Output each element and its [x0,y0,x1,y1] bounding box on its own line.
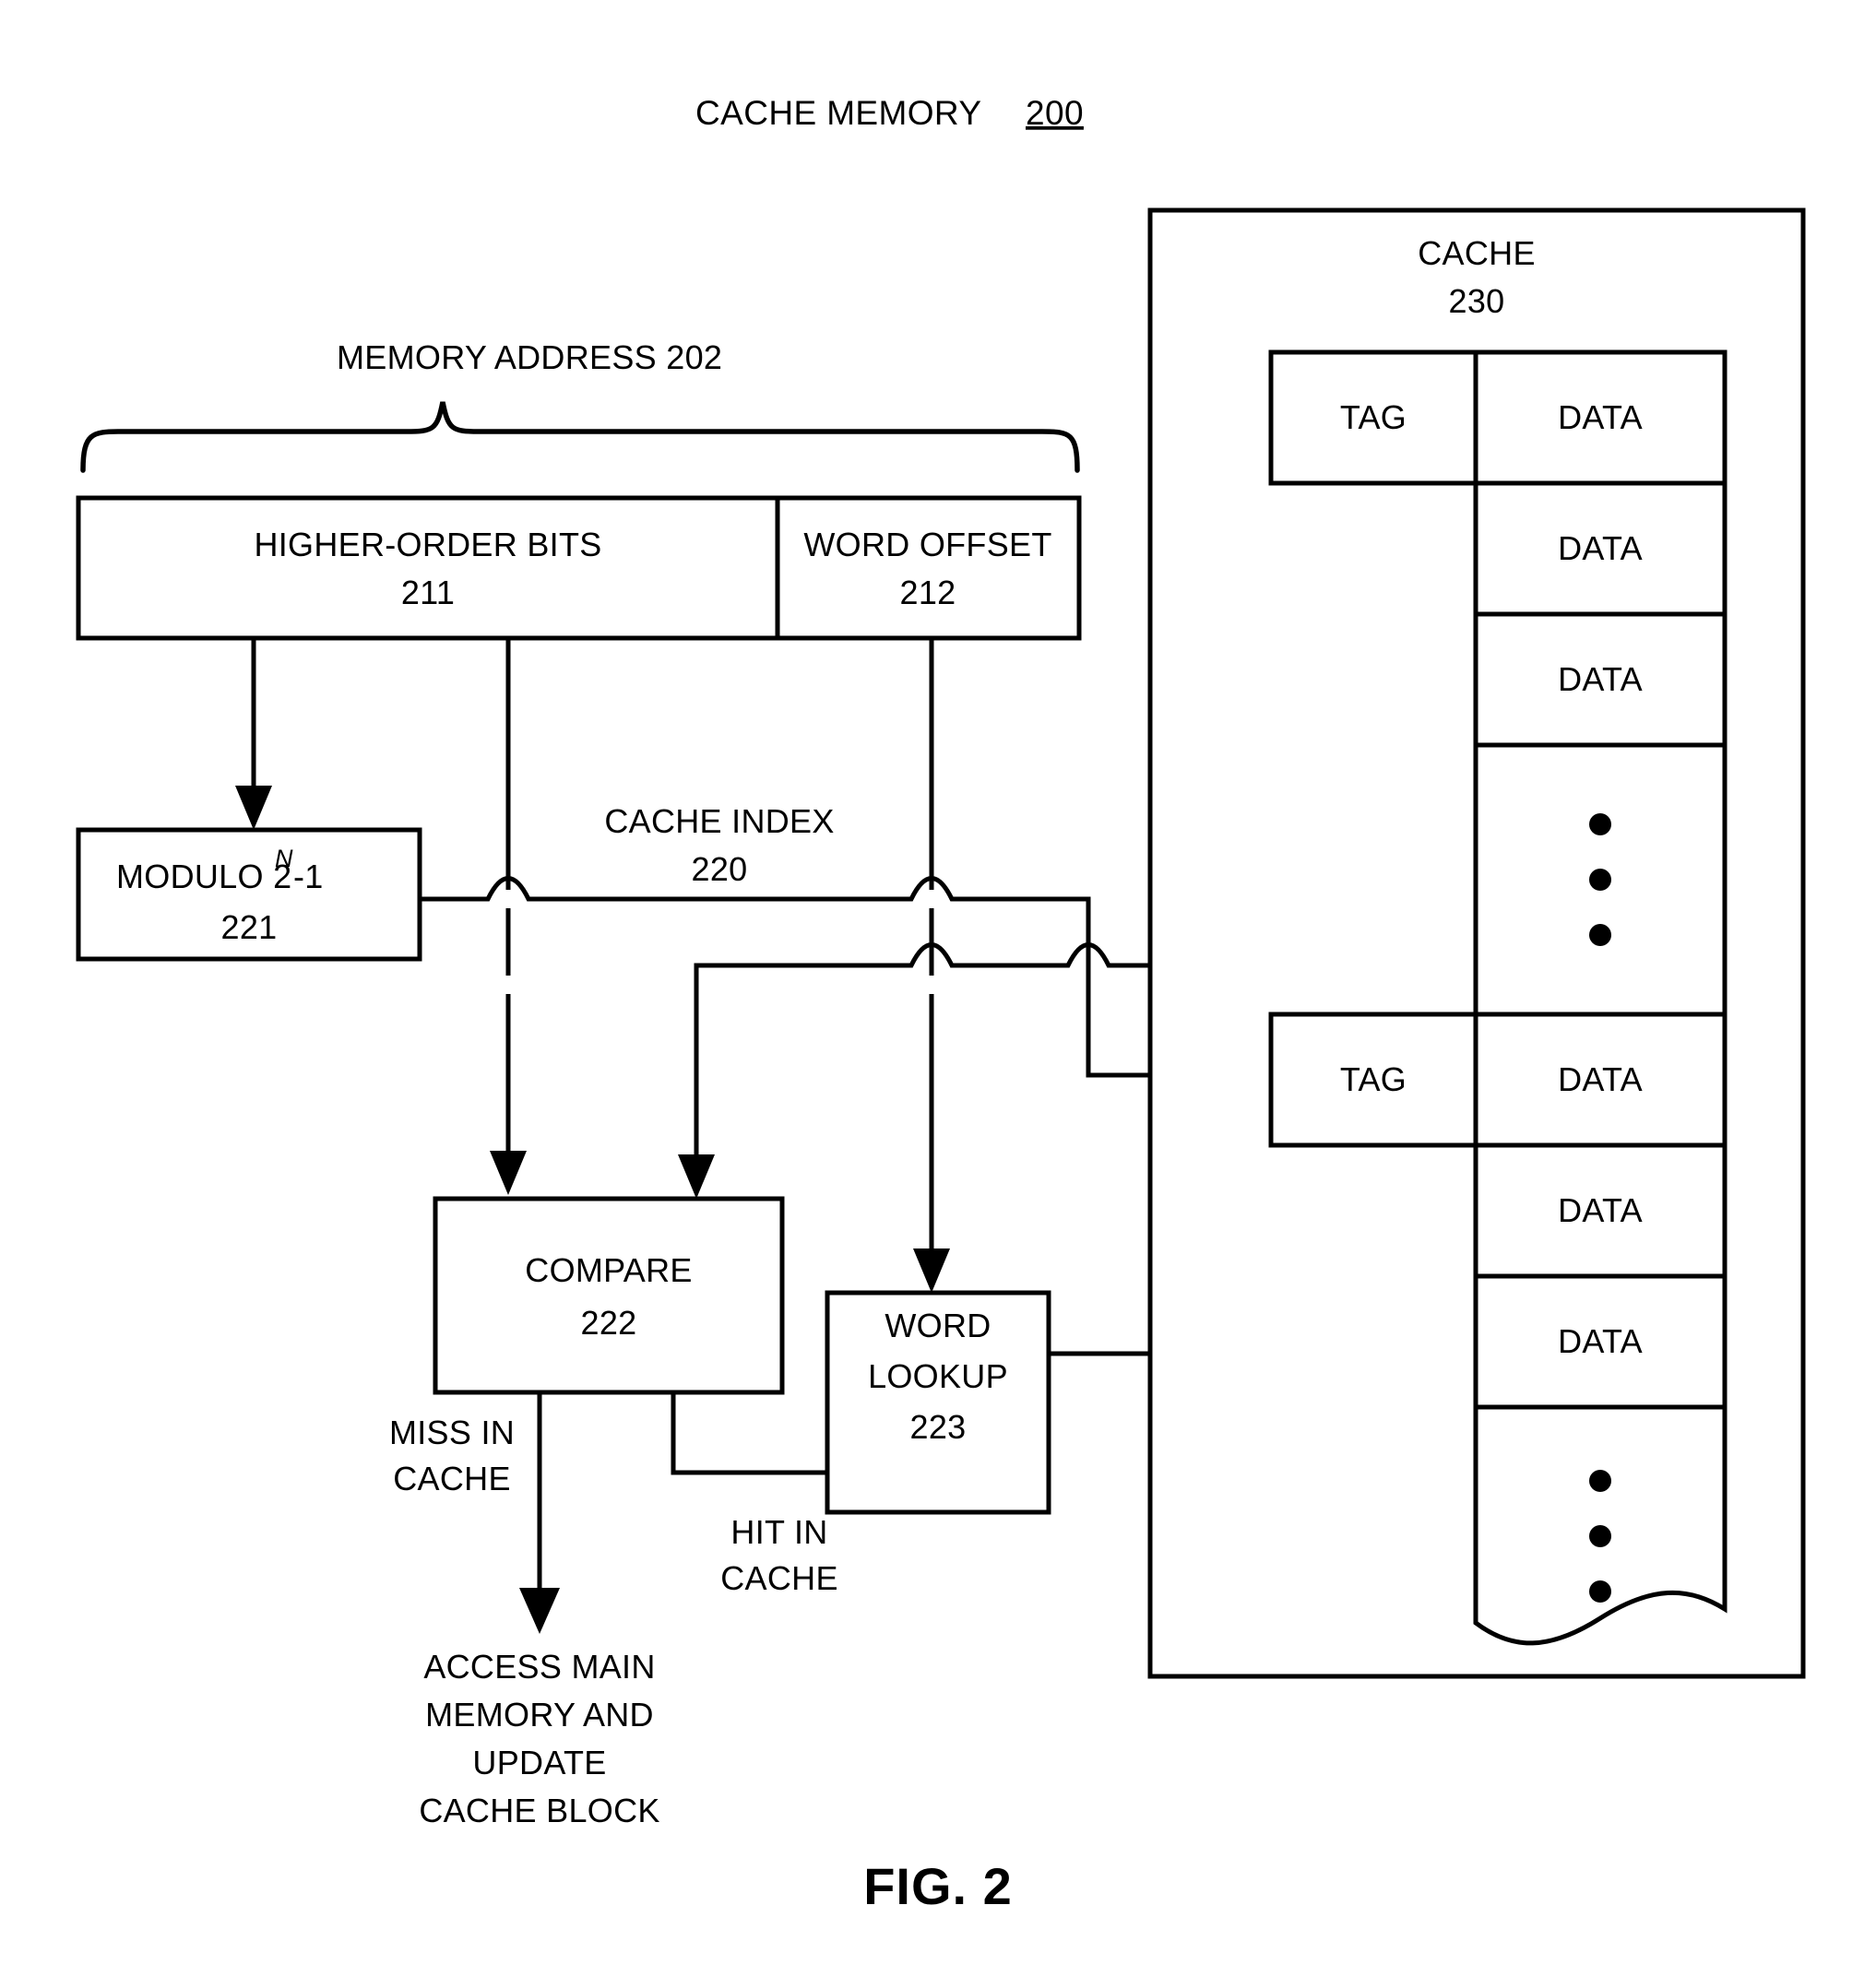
modulo-label: MODULO 2 [116,858,291,895]
higher-order-bits-ref: 211 [401,574,455,611]
cache-ellipsis-bottom-dot-1 [1589,1470,1611,1492]
higher-order-bits-label: HIGHER-ORDER BITS [254,526,601,563]
outcome-line3: UPDATE [472,1744,606,1781]
cache-title: CACHE [1418,234,1536,272]
memory-address-box [76,495,1082,641]
cache-row-6-data-text: DATA [1558,1322,1643,1360]
cache-row-1-data-text: DATA [1558,529,1643,567]
cache-ellipsis-top-dot-3 [1589,924,1611,946]
cache-row-5-data-text: DATA [1558,1191,1643,1229]
cache-memory-diagram: CACHE MEMORY 200 MEMORY ADDRESS 202 HIGH… [76,94,1806,1915]
modulo-exponent: N [275,845,293,872]
memory-address-label: MEMORY ADDRESS 202 [337,338,722,376]
word-offset-ref: 212 [900,574,956,611]
arrow-hob-to-compare-head [490,1151,527,1195]
cache-ref: 230 [1449,282,1505,320]
modulo-suffix: -1 [293,858,324,895]
cache-row-4-data-text: DATA [1558,1060,1643,1098]
word-offset-label: WORD OFFSET [803,526,1051,563]
cache-row-4-tag-text: TAG [1340,1060,1407,1098]
cache-index-label: CACHE INDEX [604,802,834,840]
figure-root: CACHE MEMORY 200 MEMORY ADDRESS 202 HIGH… [0,0,1876,1988]
hit-label-line1: HIT IN [730,1513,827,1551]
cache-ellipsis-top-dot-2 [1589,869,1611,891]
word-lookup-label-line1: WORD [885,1307,991,1344]
miss-arrowhead [519,1588,560,1634]
cache-ellipsis-top-dot-1 [1589,813,1611,835]
outcome-line2: MEMORY AND [425,1696,654,1734]
outcome-line1: ACCESS MAIN [423,1648,655,1686]
figure-title: CACHE MEMORY [695,94,981,132]
cache-row-2-data-text: DATA [1558,660,1643,698]
cache-index-bus [420,876,1271,1078]
cache-row-0-tag-text: TAG [1340,398,1407,436]
outcome-line4: CACHE BLOCK [419,1792,659,1829]
hit-label-line2: CACHE [720,1559,838,1597]
word-lookup-ref: 223 [910,1408,967,1446]
cache-ellipsis-bottom-dot-3 [1589,1580,1611,1603]
cache-ellipsis-bottom-dot-2 [1589,1525,1611,1547]
compare-ref: 222 [581,1304,637,1342]
memory-address-brace [80,401,1080,473]
compare-box [433,1196,785,1395]
compare-label: COMPARE [525,1251,692,1289]
arrow-bus-to-compare-head [678,1154,715,1199]
figure-caption: FIG. 2 [863,1857,1013,1915]
arrow-woff-to-wordlookup-head [913,1248,950,1293]
arrow-hob-to-modulo-head [235,786,272,830]
figure-title-ref: 200 [1026,94,1084,132]
miss-label-line1: MISS IN [389,1414,515,1451]
modulo-ref: 221 [221,908,278,946]
cache-row-0-data-text: DATA [1558,398,1643,436]
cache-index-ref: 220 [692,850,748,888]
miss-label-line2: CACHE [393,1460,511,1497]
word-lookup-label-line2: LOOKUP [868,1357,1008,1395]
